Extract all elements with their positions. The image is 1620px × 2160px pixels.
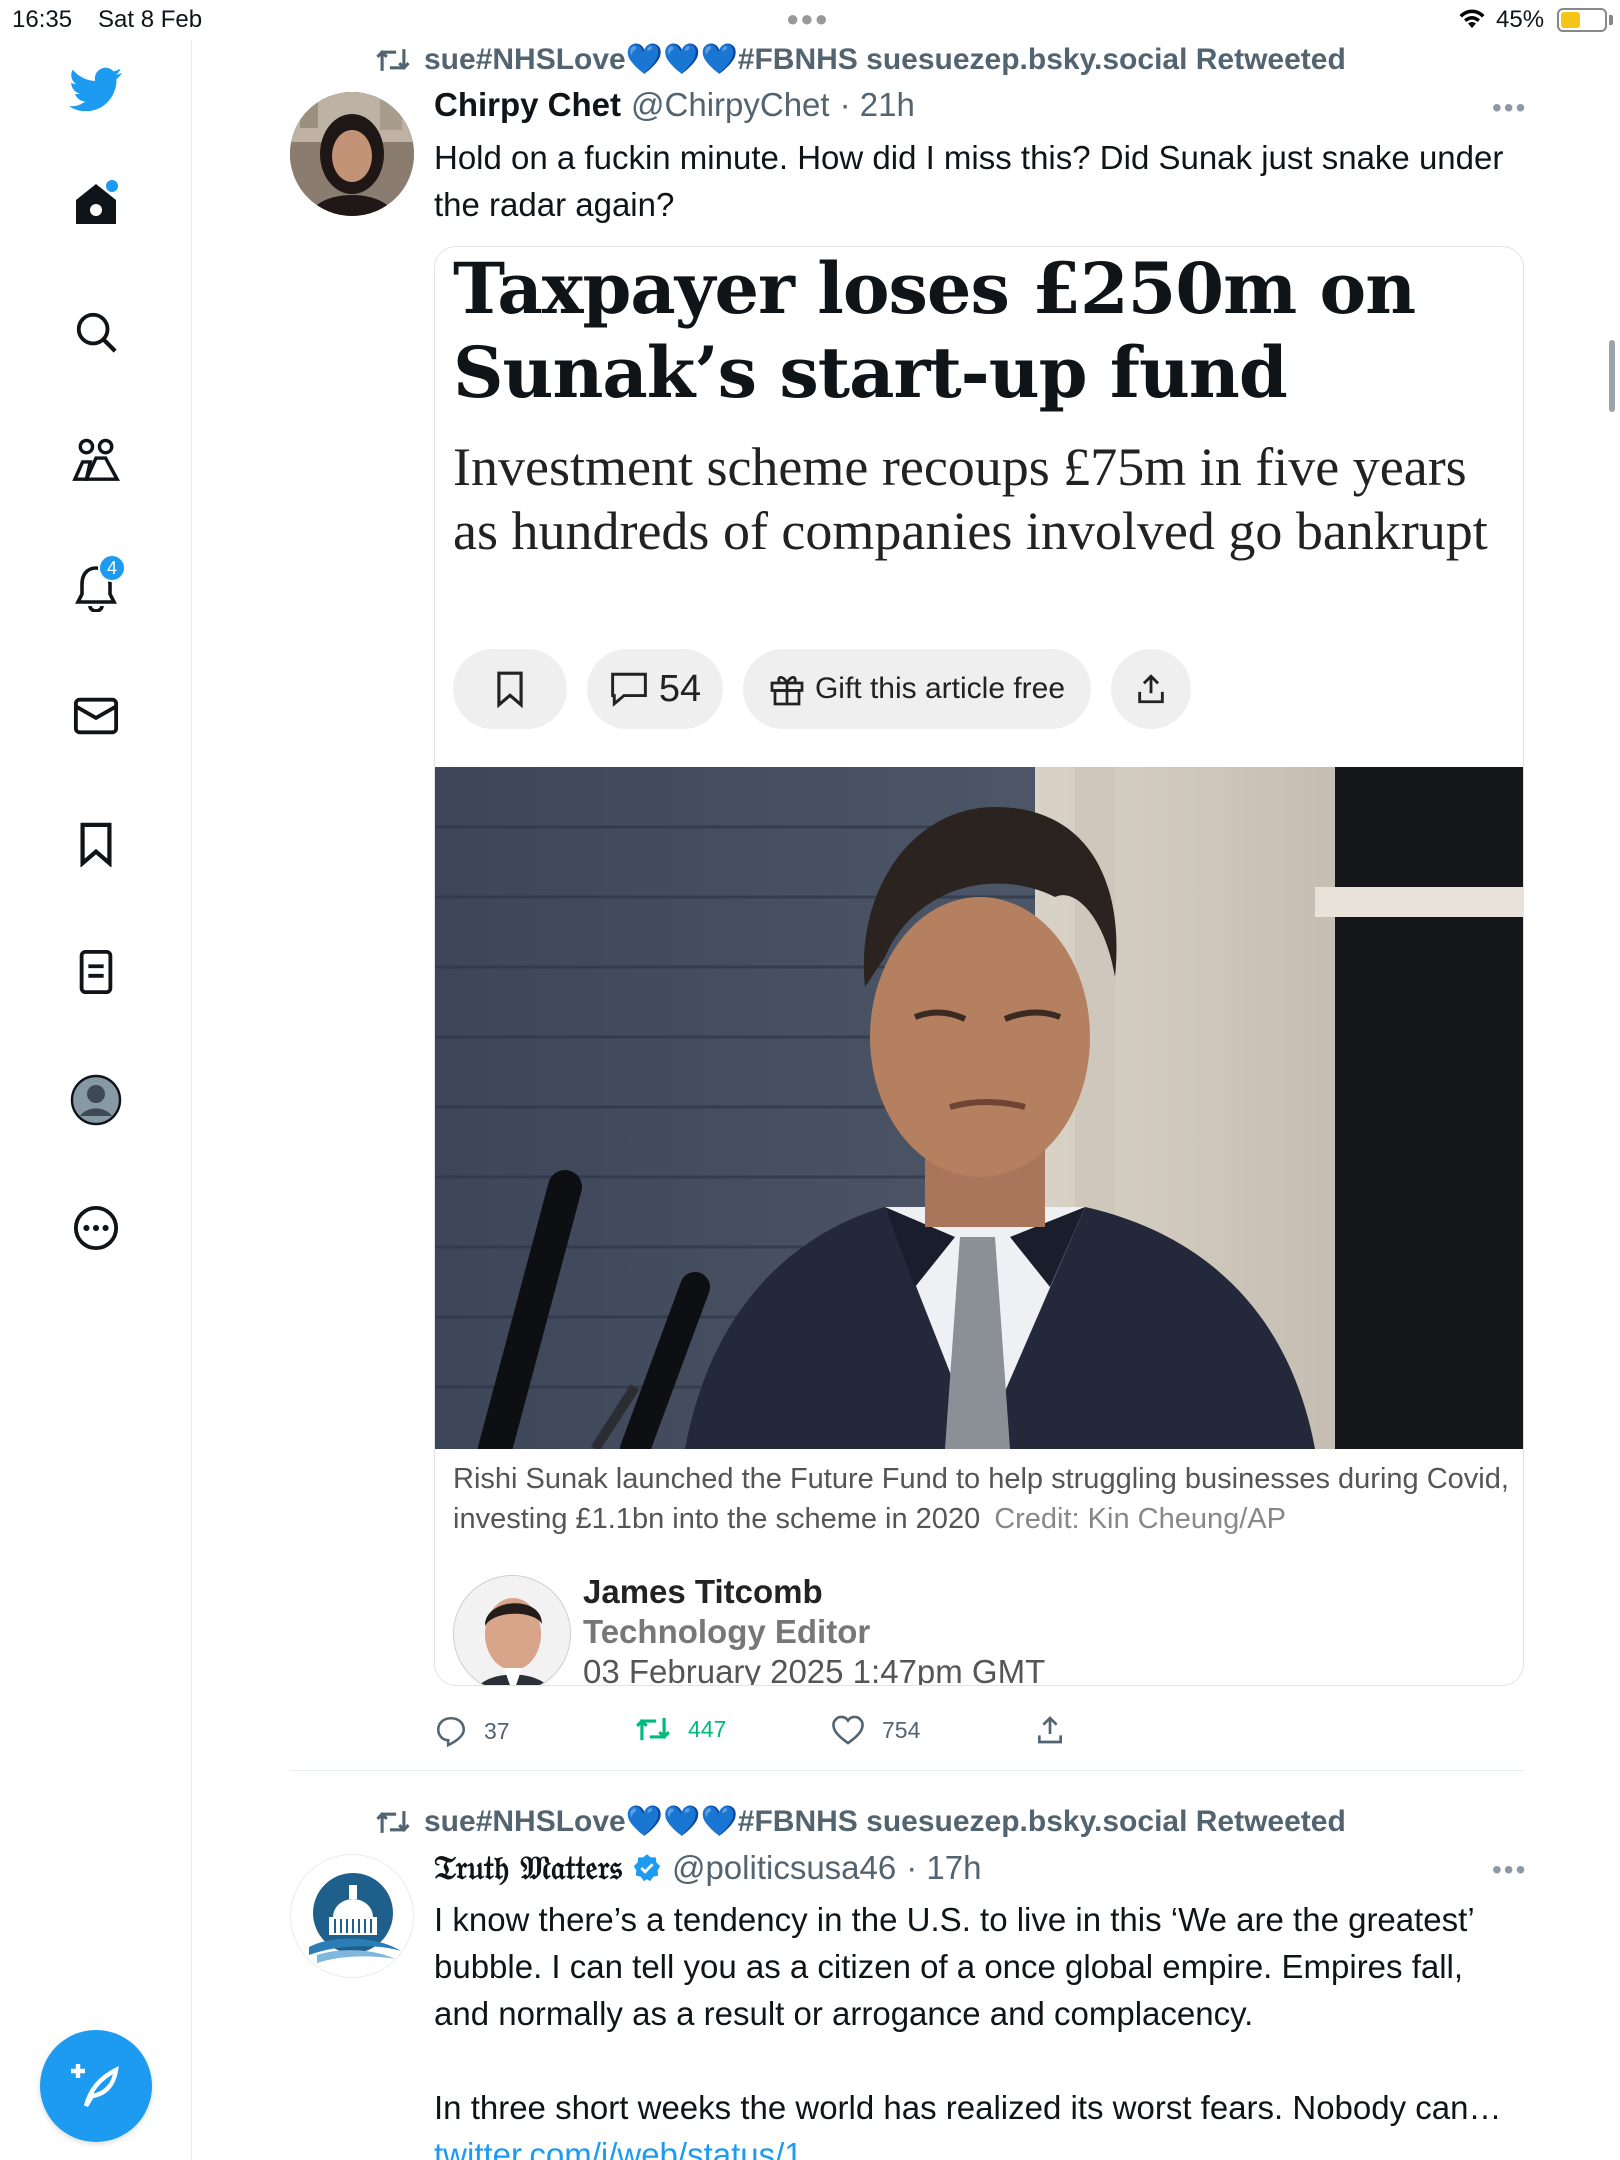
tweet-header: Chirpy Chet @ChirpyChet · 21h bbox=[434, 86, 915, 124]
bookmark-icon bbox=[80, 822, 112, 867]
share-tweet-button[interactable] bbox=[1034, 1714, 1066, 1746]
status-bar: 16:35 Sat 8 Feb ●●● 45% bbox=[0, 0, 1620, 40]
status-date: Sat 8 Feb bbox=[98, 6, 203, 33]
sidebar-item-notifications[interactable]: 4 bbox=[62, 554, 130, 622]
status-time: 16:35 bbox=[12, 6, 73, 33]
reply-button[interactable]: 37 bbox=[434, 1714, 510, 1748]
author-handle[interactable]: @politicsusa46 bbox=[672, 1849, 896, 1887]
wifi-icon bbox=[1458, 8, 1486, 35]
bookmark-icon bbox=[497, 671, 523, 708]
communities-icon bbox=[72, 438, 120, 481]
gift-article-button[interactable]: Gift this article free bbox=[743, 649, 1091, 729]
home-new-dot bbox=[106, 180, 118, 192]
verified-badge-icon bbox=[633, 1854, 661, 1882]
article-author-role: Technology Editor bbox=[583, 1613, 871, 1650]
share-icon bbox=[1038, 1716, 1062, 1744]
retweet-icon bbox=[636, 1717, 670, 1741]
sidebar-item-explore[interactable] bbox=[62, 298, 130, 366]
tweet-time[interactable]: · 17h bbox=[906, 1849, 981, 1887]
article-photo[interactable] bbox=[435, 767, 1523, 1449]
author-name[interactable]: Chirpy Chet bbox=[434, 86, 621, 124]
retweet-icon bbox=[376, 48, 410, 71]
photo-caption: Rishi Sunak launched the Future Fund to … bbox=[453, 1459, 1513, 1539]
retweet-context-text: sue#NHSLove💙💙💙#FBNHS suesuezep.bsky.soci… bbox=[424, 43, 1346, 76]
tweet-text-paragraph-2: In three short weeks the world has reali… bbox=[434, 2084, 1524, 2160]
article-comment-count: 54 bbox=[658, 667, 702, 710]
tweet-actions: 37 447 754 bbox=[434, 1714, 1134, 1758]
sidebar-item-lists[interactable] bbox=[62, 938, 130, 1006]
author-name[interactable]: 𝔗𝔯𝔲𝔱𝔥 𝔐𝔞𝔱𝔱𝔢𝔯𝔰 bbox=[434, 1848, 622, 1888]
author-handle[interactable]: @ChirpyChet bbox=[631, 86, 830, 124]
retweet-context[interactable]: sue#NHSLove💙💙💙#FBNHS suesuezep.bsky.soci… bbox=[374, 1804, 1346, 1839]
author-headshot bbox=[453, 1575, 571, 1685]
search-icon bbox=[76, 312, 117, 353]
like-button[interactable]: 754 bbox=[830, 1714, 920, 1746]
article-date: 03 February 2025 1:47pm GMT bbox=[583, 1653, 1046, 1686]
sidebar-item-bookmarks[interactable] bbox=[62, 810, 130, 878]
sidebar-item-messages[interactable] bbox=[62, 682, 130, 750]
twitter-logo-icon[interactable] bbox=[62, 56, 130, 124]
retweet-count: 447 bbox=[688, 1715, 727, 1742]
notifications-badge: 4 bbox=[98, 554, 126, 582]
retweet-context-text: sue#NHSLove💙💙💙#FBNHS suesuezep.bsky.soci… bbox=[424, 1805, 1346, 1838]
timeline-feed: sue#NHSLove💙💙💙#FBNHS suesuezep.bsky.soci… bbox=[192, 40, 1620, 2160]
avatar-chirpy-chet[interactable] bbox=[290, 92, 414, 216]
profile-icon bbox=[70, 1074, 122, 1126]
article-card[interactable]: Taxpayer loses £250m on Sunak’s start-up… bbox=[434, 246, 1524, 1686]
sidebar-item-communities[interactable] bbox=[62, 426, 130, 494]
reply-count: 37 bbox=[484, 1717, 510, 1744]
tweet-text-paragraph-1: I know there’s a tendency in the U.S. to… bbox=[434, 1901, 1474, 2032]
tweet-divider bbox=[290, 1770, 1524, 1771]
article-share-button[interactable] bbox=[1111, 649, 1191, 729]
article-standfirst: Investment scheme recoups £75m in five y… bbox=[453, 437, 1488, 561]
sidebar-item-home[interactable] bbox=[62, 170, 130, 238]
mail-icon bbox=[73, 697, 119, 735]
tweet-more-icon[interactable]: ••• bbox=[1492, 1854, 1527, 1886]
scrollbar-thumb[interactable] bbox=[1609, 340, 1615, 412]
more-circle-icon bbox=[73, 1205, 119, 1251]
tweet-time[interactable]: · 21h bbox=[840, 86, 915, 124]
article-toolbar: 54 Gift this article free bbox=[453, 649, 1191, 729]
retweet-icon bbox=[376, 1810, 410, 1833]
comment-icon bbox=[611, 672, 647, 707]
tweet-text: Hold on a fuckin minute. How did I miss … bbox=[434, 139, 1504, 223]
tweet-more-icon[interactable]: ••• bbox=[1492, 92, 1527, 124]
gift-article-label: Gift this article free bbox=[814, 672, 1066, 705]
article-bookmark-button[interactable] bbox=[453, 649, 567, 729]
article-author-name: James Titcomb bbox=[583, 1573, 823, 1610]
tweet-header: 𝔗𝔯𝔲𝔱𝔥 𝔐𝔞𝔱𝔱𝔢𝔯𝔰 @politicsusa46 · 17h bbox=[434, 1848, 981, 1888]
sidebar-item-more[interactable] bbox=[62, 1194, 130, 1262]
sidebar-nav: 4 bbox=[0, 40, 192, 2160]
multitask-dots-icon[interactable]: ●●● bbox=[786, 6, 829, 32]
tweet-text-truncated: In three short weeks the world has reali… bbox=[434, 2089, 1502, 2126]
photo-caption-text: Rishi Sunak launched the Future Fund to … bbox=[453, 1463, 1509, 1535]
gift-icon bbox=[770, 676, 804, 706]
capitol-logo-icon bbox=[291, 1855, 413, 1977]
article-comments-button[interactable]: 54 bbox=[587, 649, 723, 729]
share-icon bbox=[1138, 674, 1164, 704]
battery-percent: 45% bbox=[1496, 6, 1545, 33]
like-count: 754 bbox=[882, 1716, 921, 1743]
avatar-truth-matters[interactable] bbox=[290, 1854, 414, 1978]
sidebar-item-profile[interactable] bbox=[62, 1066, 130, 1134]
retweet-context[interactable]: sue#NHSLove💙💙💙#FBNHS suesuezep.bsky.soci… bbox=[374, 42, 1346, 77]
photo-credit: Credit: Kin Cheung/AP bbox=[994, 1503, 1286, 1535]
tweet-text: I know there’s a tendency in the U.S. to… bbox=[434, 1896, 1524, 2160]
retweet-button[interactable]: 447 bbox=[634, 1714, 726, 1744]
heart-icon bbox=[832, 1715, 864, 1745]
article-headline: Taxpayer loses £250m on Sunak’s start-up… bbox=[453, 247, 1416, 414]
compose-feather-icon bbox=[71, 2064, 119, 2108]
tweet-show-more-link[interactable]: twitter.com/i/web/status/1… bbox=[434, 2136, 836, 2160]
compose-tweet-button[interactable] bbox=[40, 2030, 152, 2142]
reply-icon bbox=[436, 1716, 466, 1748]
battery-icon bbox=[1557, 8, 1607, 32]
list-icon bbox=[79, 949, 113, 995]
